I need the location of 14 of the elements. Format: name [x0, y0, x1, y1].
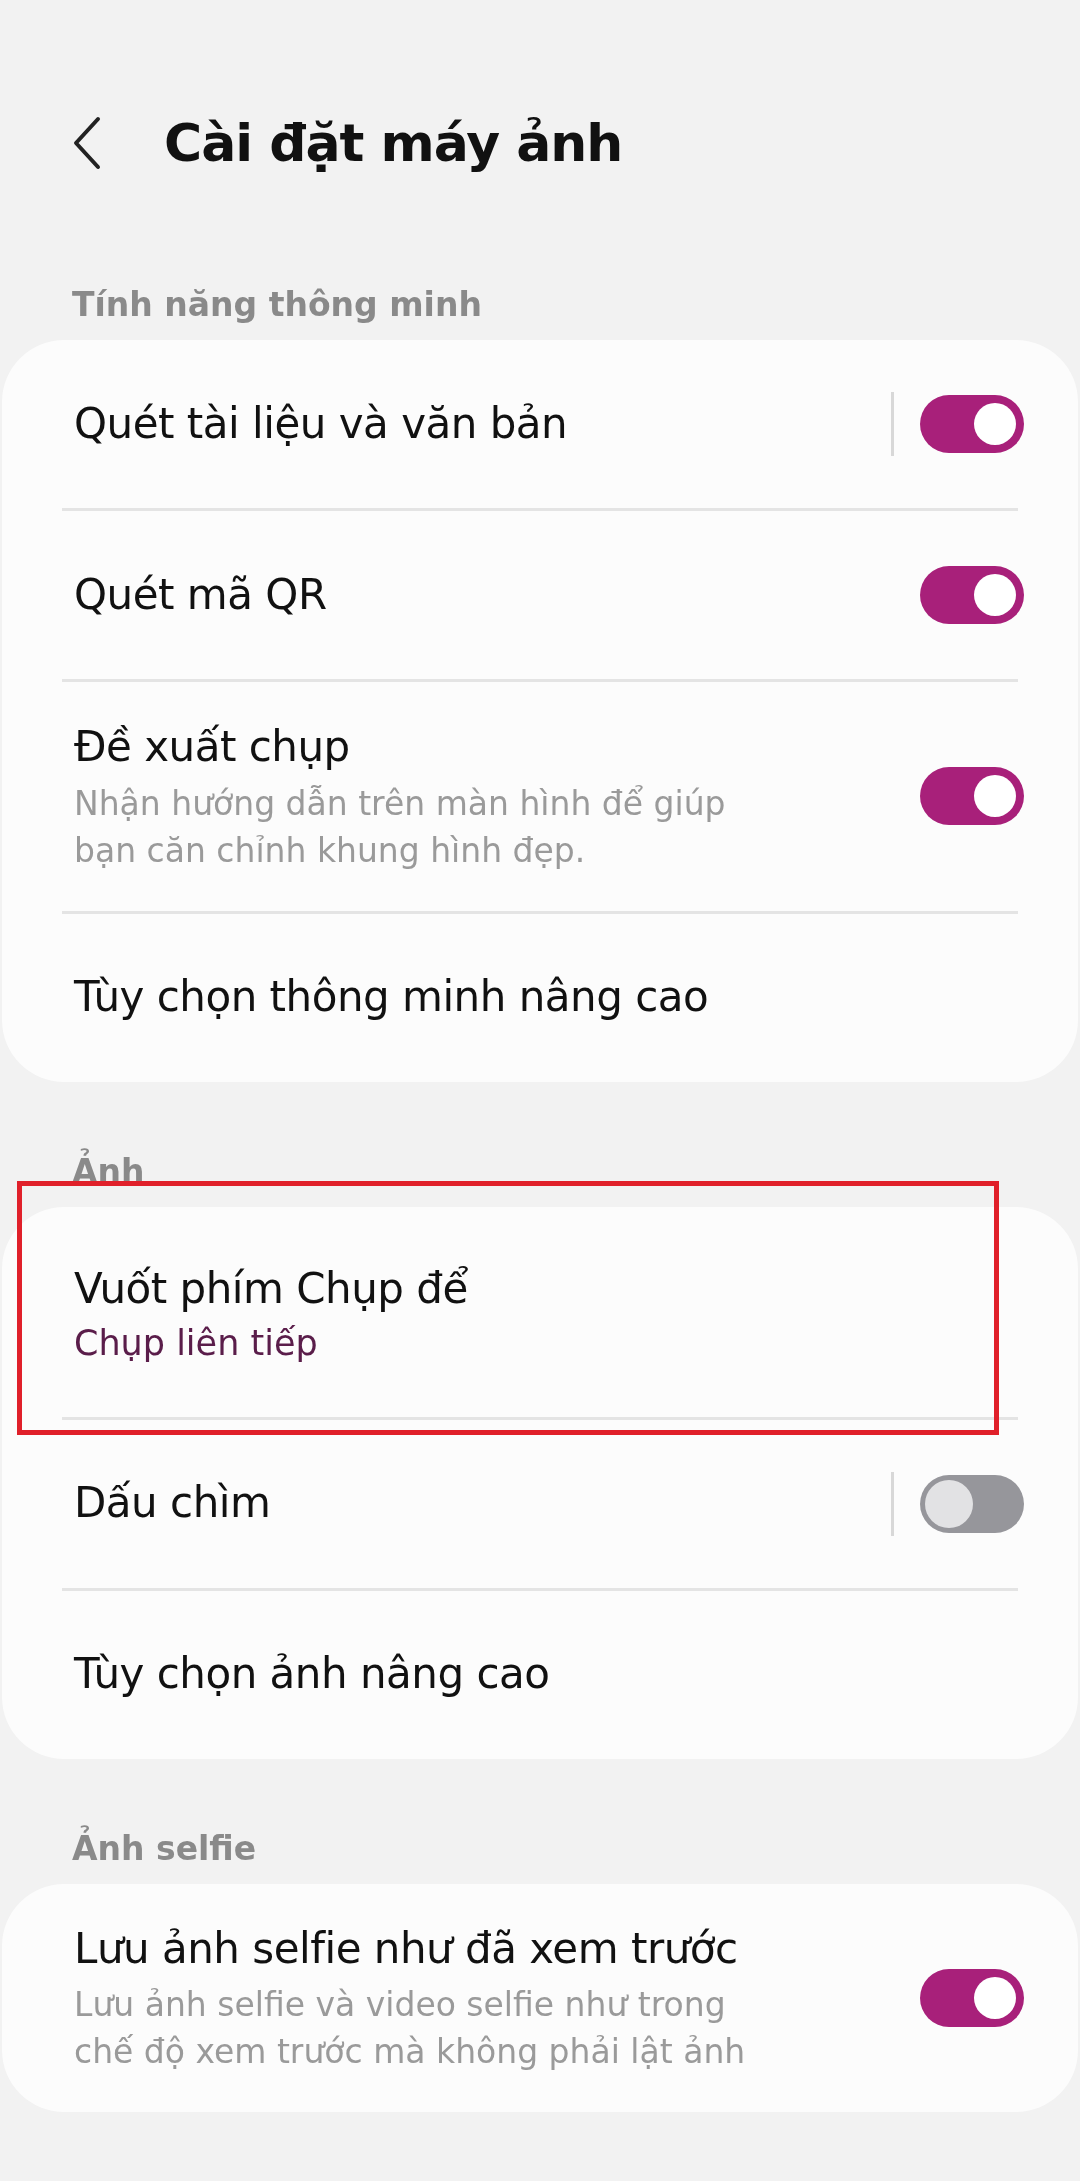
setting-title[interactable]: Đề xuất chụp [74, 718, 774, 777]
setting-title[interactable]: Quét tài liệu và văn bản [74, 394, 774, 454]
setting-title[interactable]: Lưu ảnh selfie như đã xem trước [74, 1919, 774, 1979]
section-label: Tính năng thông minh [71, 284, 483, 326]
setting-description: Lưu ảnh selfie và video selfie như trong chế độ xem trước mà không phải lật ảnh [74, 1984, 747, 2074]
setting-title[interactable]: Tùy chọn thông minh nâng cao [74, 968, 774, 1027]
setting-description: Nhận hướng dẫn trên màn hình để giúp bạn căn chỉnh khung hình đẹp. [74, 782, 727, 872]
setting-title[interactable]: Tùy chọn ảnh nâng cao [74, 1645, 774, 1704]
setting-title[interactable]: Dấu chìm [74, 1474, 774, 1533]
setting-title[interactable]: Quét mã QR [74, 565, 774, 625]
setting-value: Chụp liên tiếp [74, 1322, 319, 1363]
page-title: Cài đặt máy ảnh [164, 112, 623, 173]
section-label: Ảnh selfie [0, 1758, 1080, 1884]
setting-title[interactable]: Vuốt phím Chụp để [74, 1260, 774, 1319]
